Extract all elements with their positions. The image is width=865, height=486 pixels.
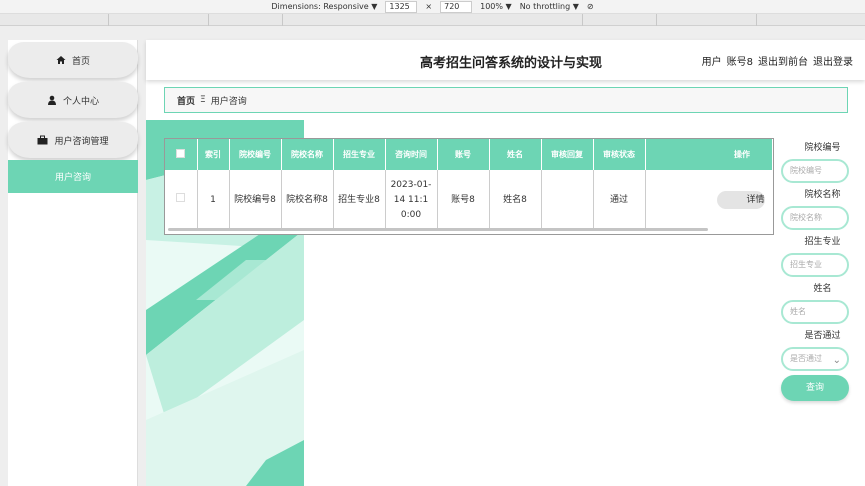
sidebar-item-label: 用户咨询 <box>54 173 91 183</box>
user-prefix: 用户 <box>701 57 722 68</box>
school-id-input[interactable]: 院校编号 <box>781 159 849 183</box>
sidebar-item-label: 首页 <box>71 56 90 67</box>
sidebar-item-consult-manage[interactable]: 用户咨询管理 <box>8 122 138 158</box>
user-info: 用户 账号8 退出到前台 退出登录 <box>702 53 853 68</box>
column-header: 姓名 <box>489 139 542 170</box>
select-all-header[interactable] <box>165 139 198 170</box>
passed-select[interactable]: 是否通过 ⌄ <box>781 347 849 371</box>
column-header: 操作 <box>645 139 773 170</box>
search-panel: 院校编号 院校编号 院校名称 院校名称 招生专业 招生专业 姓名 姓名 是否通过… <box>780 140 865 401</box>
cell-name: 姓名8 <box>489 170 542 230</box>
column-header: 审核状态 <box>593 139 646 170</box>
sidebar-item-label: 用户咨询管理 <box>54 136 109 147</box>
row-select-cell[interactable] <box>165 170 198 230</box>
sidebar-item-profile[interactable]: 个人中心 <box>8 82 138 118</box>
column-header: 索引 <box>197 139 230 170</box>
cell-major: 招生专业8 <box>333 170 386 230</box>
table-header-row: 索引 院校编号 院校名称 招生专业 咨询时间 账号 姓名 审核回复 审核状态 操… <box>165 139 773 170</box>
breadcrumb-separator: Ξ <box>200 95 206 105</box>
times-sign: × <box>425 2 433 11</box>
row-checkbox[interactable] <box>176 192 186 202</box>
user-icon <box>47 95 56 105</box>
cell-school-id: 院校编号8 <box>229 170 282 230</box>
height-input[interactable]: 720 <box>440 0 473 13</box>
cell-action: 详情 <box>645 170 773 230</box>
account-name: 账号8 <box>726 57 753 68</box>
school-name-input[interactable]: 院校名称 <box>781 206 849 230</box>
name-input[interactable]: 姓名 <box>781 300 849 324</box>
cell-account: 账号8 <box>437 170 490 230</box>
school-name-label: 院校名称 <box>804 190 841 200</box>
column-header: 咨询时间 <box>385 139 438 170</box>
sidebar-item-home[interactable]: 首页 <box>8 42 138 78</box>
major-input[interactable]: 招生专业 <box>781 253 849 277</box>
back-front-link[interactable]: 退出到前台 <box>758 53 808 68</box>
width-input[interactable]: 1325 <box>385 0 418 13</box>
column-header: 审核回复 <box>541 139 594 170</box>
school-id-label: 院校编号 <box>804 143 841 153</box>
media-query-ruler <box>0 14 865 26</box>
cell-status: 通过 <box>593 170 646 230</box>
column-header: 院校名称 <box>281 139 334 170</box>
throttle-select[interactable]: No throttling ▼ <box>520 2 579 11</box>
column-header: 账号 <box>437 139 490 170</box>
select-all-checkbox[interactable] <box>176 149 186 158</box>
cell-time: 2023-01-14 11:10:00 <box>385 170 438 230</box>
column-header: 招生专业 <box>333 139 386 170</box>
search-button[interactable]: 查询 <box>781 375 849 401</box>
cell-school-name: 院校名称8 <box>281 170 334 230</box>
top-header: 高考招生问答系统的设计与实现 用户 账号8 退出到前台 退出登录 <box>146 40 865 80</box>
passed-select-value: 是否通过 <box>790 354 822 363</box>
rotate-icon[interactable]: ⊘ <box>587 2 594 11</box>
breadcrumb-home[interactable]: 首页 <box>177 94 195 107</box>
cell-index: 1 <box>197 170 230 230</box>
main-content: 高考招生问答系统的设计与实现 用户 账号8 退出到前台 退出登录 首页 Ξ 用户… <box>146 40 865 486</box>
sidebar-item-label: 个人中心 <box>62 96 99 107</box>
home-icon <box>56 56 66 64</box>
horizontal-scrollbar[interactable] <box>168 228 708 231</box>
breadcrumb: 首页 Ξ 用户咨询 <box>164 87 848 113</box>
logout-link[interactable]: 退出登录 <box>813 53 853 68</box>
sidebar-item-consult[interactable]: 用户咨询 <box>8 160 138 193</box>
passed-label: 是否通过 <box>804 331 841 341</box>
detail-button[interactable]: 详情 <box>716 191 765 209</box>
column-header: 院校编号 <box>229 139 282 170</box>
devtools-toolbar: Dimensions: Responsive ▼ 1325 × 720 100%… <box>0 0 865 14</box>
chevron-down-icon: ⌄ <box>832 355 841 366</box>
table-row: 1 院校编号8 院校名称8 招生专业8 2023-01-14 11:10:00 … <box>165 170 773 230</box>
zoom-select[interactable]: 100% ▼ <box>480 2 512 11</box>
cell-reply <box>541 170 594 230</box>
dimensions-select[interactable]: Dimensions: Responsive ▼ <box>271 2 377 11</box>
name-label: 姓名 <box>813 284 832 294</box>
breadcrumb-current: 用户咨询 <box>210 96 247 107</box>
major-label: 招生专业 <box>804 237 841 247</box>
page-title: 高考招生问答系统的设计与实现 <box>420 56 603 71</box>
briefcase-icon <box>37 135 48 145</box>
sidebar: 首页 个人中心 用户咨询管理 用户咨询 <box>8 40 138 486</box>
data-table: 索引 院校编号 院校名称 招生专业 咨询时间 账号 姓名 审核回复 审核状态 操… <box>164 138 774 235</box>
